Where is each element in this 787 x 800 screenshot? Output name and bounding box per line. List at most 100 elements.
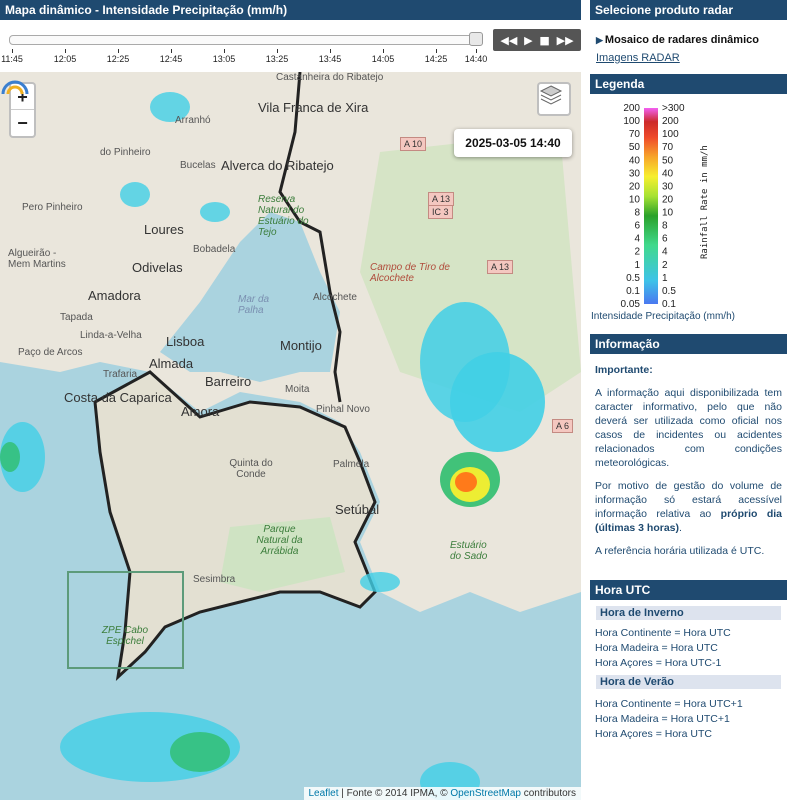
legend-left-label: 1 xyxy=(634,260,640,271)
map-title: Mapa dinâmico - Intensidade Precipitação… xyxy=(0,0,581,20)
legend-left-label: 20 xyxy=(629,181,641,192)
timeline-tick xyxy=(171,49,172,53)
label-algueirao: Algueirão - Mem Martins xyxy=(8,248,66,270)
radar-echo xyxy=(200,202,230,222)
product-mosaic[interactable]: ▶ Mosaico de radares dinâmico xyxy=(590,20,787,46)
legend-right-label: 2 xyxy=(662,260,668,271)
legend-right-label: 50 xyxy=(662,155,674,166)
label-palmela: Palmela xyxy=(333,459,370,470)
map-panel: Mapa dinâmico - Intensidade Precipitação… xyxy=(0,0,581,800)
legend-right-label: 0.5 xyxy=(662,286,676,297)
layers-button[interactable] xyxy=(537,82,571,116)
legend-right-label: 1 xyxy=(662,273,668,284)
next-frame-button[interactable]: ▶▶ xyxy=(557,34,574,47)
legend-right-label: 8 xyxy=(662,221,668,232)
label-moita: Moita xyxy=(285,384,310,395)
radar-images-link[interactable]: Imagens RADAR xyxy=(590,46,787,64)
label-pero-pinheiro: Pero Pinheiro xyxy=(22,202,83,213)
map-canvas xyxy=(0,72,581,800)
legend-right-label: 100 xyxy=(662,129,679,140)
label-linda: Linda-a-Velha xyxy=(80,330,142,341)
legend-right-label: 4 xyxy=(662,247,668,258)
play-button[interactable]: ▶ xyxy=(524,34,532,47)
winter-list: Hora Continente = Hora UTC Hora Madeira … xyxy=(590,626,787,671)
timeline-tick-label: 12:25 xyxy=(106,54,130,64)
legend-axis-label: Rainfall Rate in mm/h xyxy=(700,145,710,259)
time-slider[interactable] xyxy=(9,35,483,45)
timeline-tick xyxy=(118,49,119,53)
legend-left-label: 100 xyxy=(623,116,640,127)
timeline-ticks: 11:45 12:05 12:25 12:45 13:05 13:25 13:45 14:05… xyxy=(0,49,488,74)
map-attribution: Leaflet | Fonte © 2014 IPMA, © OpenStree… xyxy=(303,787,581,800)
label-lisboa: Lisboa xyxy=(166,334,205,349)
label-alverca: Alverca do Ribatejo xyxy=(221,158,334,173)
info-paragraph-2: Por motivo de gestão do volume de inform… xyxy=(595,480,782,534)
legend-left-label: 0.1 xyxy=(626,286,640,297)
timeline: 11:45 12:05 12:25 12:45 13:05 13:25 13:45 14:05… xyxy=(0,22,581,72)
legend-right-label: 20 xyxy=(662,194,674,205)
legend-left-label: 4 xyxy=(634,234,640,245)
radar-map[interactable]: Castanheira do Ribatejo Arranhó Vila Fra… xyxy=(0,72,581,800)
legend-left-label: 40 xyxy=(629,155,641,166)
info-important: Importante: xyxy=(595,364,653,376)
winter-acores: Hora Açores = Hora UTC-1 xyxy=(595,657,722,669)
label-pinhal: Pinhal Novo xyxy=(316,404,370,415)
info-paragraph-1: A informação aqui disponibilizada tem ca… xyxy=(595,387,782,469)
arrow-right-icon: ▶ xyxy=(596,35,603,45)
leaflet-link[interactable]: Leaflet xyxy=(309,788,339,799)
label-sesimbra: Sesimbra xyxy=(193,574,236,585)
legend: 200 100 70 50 40 30 20 10 8 6 4 2 1 0.5 0.1 0.05 >300 200… xyxy=(590,94,787,324)
timeline-tick-label: 14:05 xyxy=(371,54,395,64)
legend-right-label: 70 xyxy=(662,142,674,153)
legend-right-label: 30 xyxy=(662,181,674,192)
animation-controls: ◀◀ ▶ ■ ▶▶ xyxy=(493,29,581,51)
label-campo-tiro: Campo de Tiro de Alcochete xyxy=(370,262,450,284)
label-bucelas: Bucelas xyxy=(180,160,216,171)
timeline-tick xyxy=(65,49,66,53)
prev-frame-button[interactable]: ◀◀ xyxy=(500,34,517,47)
legend-left-label: 2 xyxy=(634,247,640,258)
legend-right-label: 6 xyxy=(662,234,668,245)
legend-left-label: 30 xyxy=(629,168,641,179)
road-a13: A 13 xyxy=(428,192,455,206)
label-almada: Almada xyxy=(149,356,194,371)
time-slider-handle[interactable] xyxy=(469,32,483,46)
legend-left-label: 0.5 xyxy=(626,273,640,284)
map-timestamp: 2025-03-05 14:40 xyxy=(454,129,572,157)
timeline-tick-label: 13:05 xyxy=(212,54,236,64)
stop-button[interactable]: ■ xyxy=(539,34,549,47)
label-montijo: Montijo xyxy=(280,338,322,353)
timeline-tick xyxy=(330,49,331,53)
legend-left-label: 0.05 xyxy=(621,299,641,310)
radar-echo xyxy=(360,572,400,592)
label-tapada: Tapada xyxy=(60,312,93,323)
timeline-tick xyxy=(436,49,437,53)
timeline-tick-label: 14:40 xyxy=(464,54,488,64)
road-a13-east: A 13 xyxy=(487,260,514,274)
label-reserva: Reserva Natural do Estuário do Tejo xyxy=(258,194,309,238)
road-ic3: IC 3 xyxy=(428,205,453,219)
summer-continente: Hora Continente = Hora UTC+1 xyxy=(595,698,743,710)
radar-echo xyxy=(450,352,545,452)
label-quinta: Quinta do Conde xyxy=(229,458,273,480)
timeline-tick xyxy=(277,49,278,53)
info-important-label: Importante xyxy=(595,364,650,376)
label-amadora: Amadora xyxy=(88,288,141,303)
label-alcochete: Alcochete xyxy=(313,292,357,303)
zoom-out-button[interactable]: − xyxy=(11,110,34,136)
label-bobadela: Bobadela xyxy=(193,244,236,255)
road-a6: A 6 xyxy=(552,419,574,433)
radar-echo xyxy=(455,472,477,492)
osm-link[interactable]: OpenStreetMap xyxy=(450,788,521,799)
layers-icon xyxy=(539,85,563,105)
label-trafaria: Trafaria xyxy=(103,369,138,380)
legend-colorbar: 200100705040302010864210.50.10.05>300200… xyxy=(621,103,710,310)
summer-header: Hora de Verão xyxy=(596,675,781,689)
legend-left-label: 8 xyxy=(634,208,640,219)
info-header: Informação xyxy=(590,334,787,354)
attribution-end: contributors xyxy=(520,788,576,799)
winter-continente: Hora Continente = Hora UTC xyxy=(595,627,731,639)
timeline-tick-label: 12:45 xyxy=(159,54,183,64)
legend-right-label: 40 xyxy=(662,168,674,179)
timeline-tick xyxy=(224,49,225,53)
